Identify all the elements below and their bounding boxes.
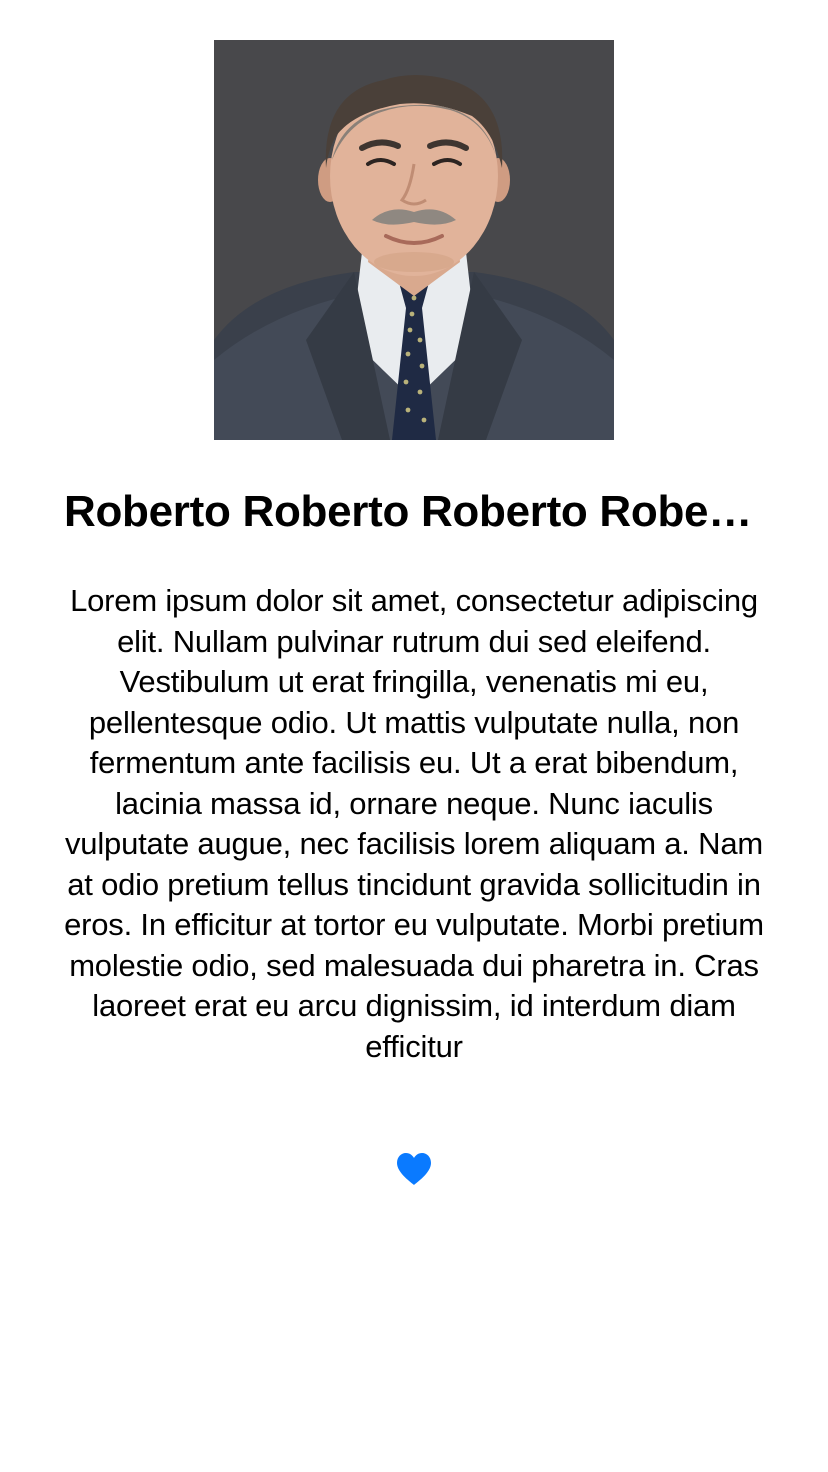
profile-name: Roberto Roberto Roberto Roberto [64, 487, 764, 536]
heart-icon [397, 1153, 431, 1185]
profile-photo [214, 40, 614, 440]
favorite-button[interactable] [393, 1148, 435, 1190]
person-portrait-icon [214, 40, 614, 440]
profile-bio: Lorem ipsum dolor sit amet, consectetur … [64, 583, 764, 1064]
profile-detail-screen: Roberto Roberto Roberto Roberto Lorem ip… [0, 0, 828, 1472]
